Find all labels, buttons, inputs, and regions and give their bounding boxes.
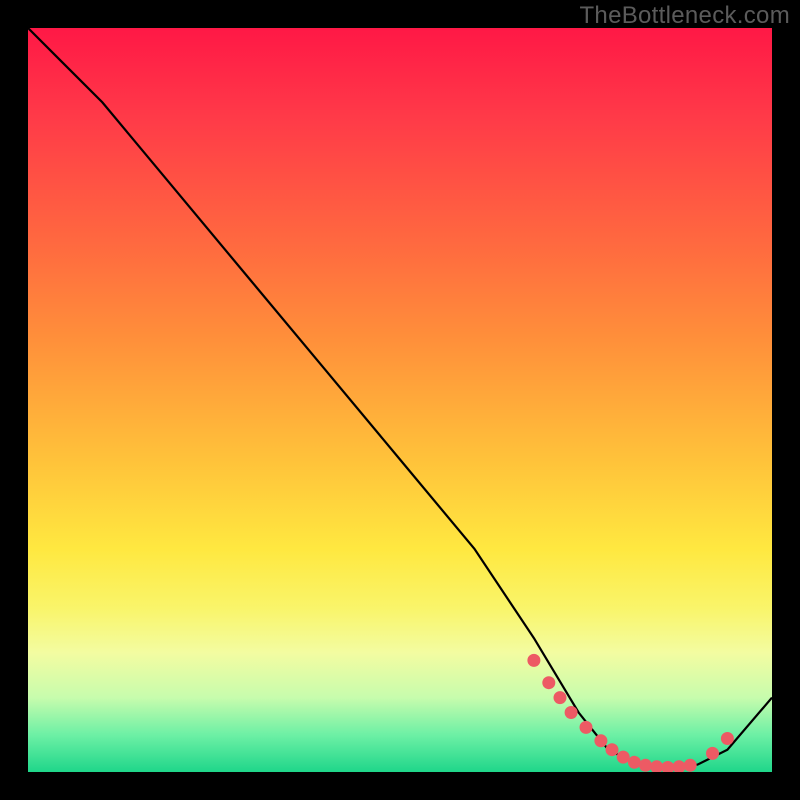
data-marker — [628, 756, 641, 769]
data-marker — [650, 760, 663, 772]
marker-group — [527, 654, 734, 772]
data-marker — [580, 721, 593, 734]
data-marker — [554, 691, 567, 704]
watermark-text: TheBottleneck.com — [579, 2, 790, 30]
data-marker — [673, 760, 686, 772]
chart-svg — [28, 28, 772, 772]
chart-stage: TheBottleneck.com — [0, 0, 800, 800]
data-marker — [706, 747, 719, 760]
data-marker — [606, 743, 619, 756]
data-marker — [527, 654, 540, 667]
data-marker — [542, 676, 555, 689]
data-marker — [661, 761, 674, 772]
data-marker — [617, 751, 630, 764]
data-marker — [721, 732, 734, 745]
gradient-plot-area — [28, 28, 772, 772]
data-marker — [684, 759, 697, 772]
data-marker — [565, 706, 578, 719]
data-marker — [639, 759, 652, 772]
data-marker — [594, 734, 607, 747]
bottleneck-curve — [28, 28, 772, 768]
